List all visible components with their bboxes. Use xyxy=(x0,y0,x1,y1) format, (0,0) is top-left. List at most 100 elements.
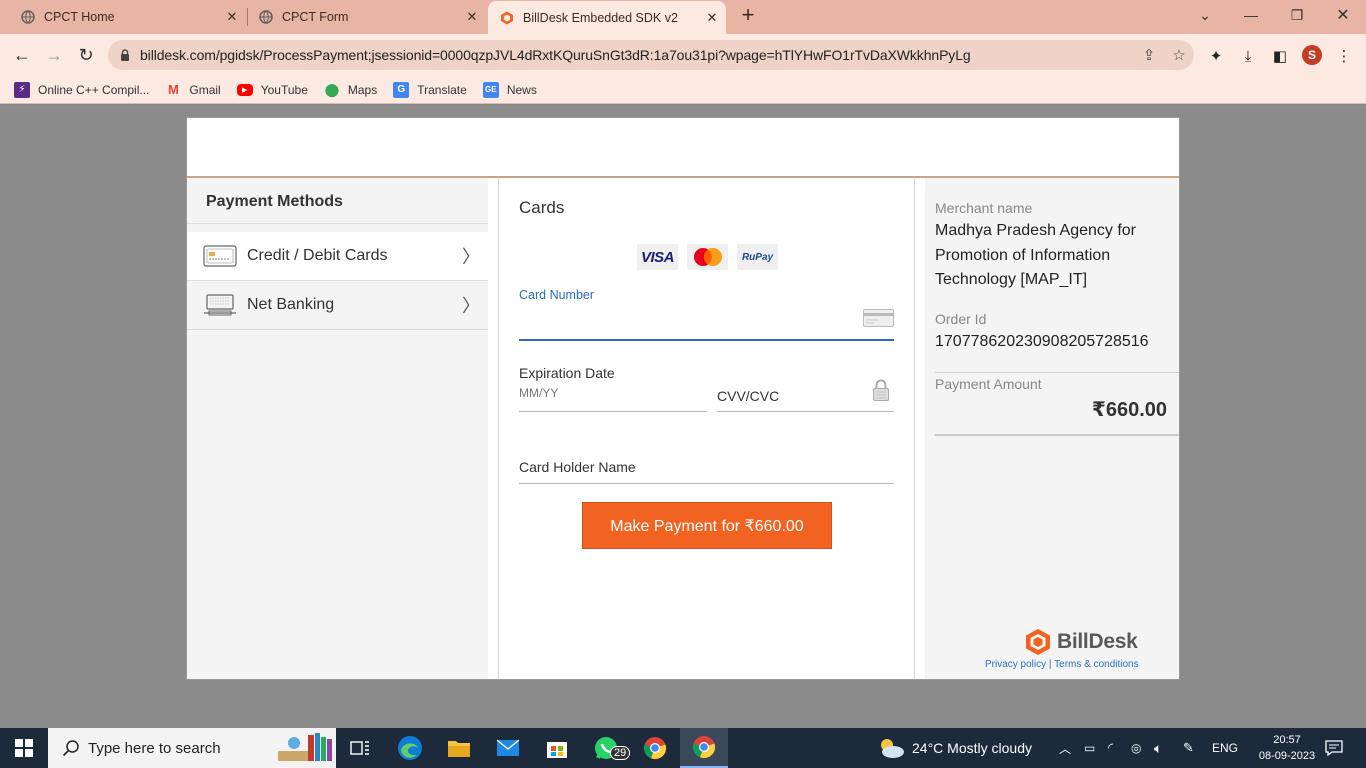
cvv-underline xyxy=(717,411,894,412)
rupay-logo-icon: RuPay xyxy=(737,244,778,270)
language-indicator[interactable]: ENG xyxy=(1212,728,1238,768)
minimize-button[interactable]: — xyxy=(1228,0,1274,30)
battery-icon[interactable]: ▭ xyxy=(1084,728,1095,768)
expiration-date-label: Expiration Date xyxy=(519,365,615,381)
chevron-up-icon[interactable]: ︿ xyxy=(1059,728,1071,768)
tab-strip: CPCT Home ✕ CPCT Form ✕ BillDesk Embedde… xyxy=(0,0,1366,34)
expiration-date-input[interactable]: MM/YY xyxy=(519,386,558,400)
card-number-label: Card Number xyxy=(519,288,595,302)
menu-kebab-icon[interactable]: ⋮ xyxy=(1333,45,1355,67)
cvv-input[interactable]: CVV/CVC xyxy=(717,388,779,404)
clock[interactable]: 20:57 08-09-2023 xyxy=(1255,732,1319,764)
method-net-banking[interactable]: Net Banking 〉 xyxy=(187,281,488,330)
taskbar-search[interactable]: Type here to search xyxy=(48,728,336,768)
payment-amount-value: ₹660.00 xyxy=(1091,399,1167,421)
notifications-icon[interactable] xyxy=(1325,728,1343,768)
bookmark-item[interactable]: ⬤ Maps xyxy=(324,81,378,98)
tab-cpct-home[interactable]: CPCT Home ✕ xyxy=(0,0,246,34)
tab-search-chevron-icon[interactable]: ⌄ xyxy=(1182,0,1228,30)
chevron-right-icon: 〉 xyxy=(462,247,480,267)
tab-cpct-form[interactable]: CPCT Form ✕ xyxy=(238,0,486,34)
weather-widget[interactable]: 24°C Mostly cloudy xyxy=(876,728,1032,768)
search-highlight-books-icon xyxy=(278,733,332,761)
tab-title: CPCT Form xyxy=(282,10,349,24)
tab-title: BillDesk Embedded SDK v2 xyxy=(523,10,678,25)
bookmark-label: Gmail xyxy=(189,82,221,97)
payment-amount-label: Payment Amount xyxy=(935,376,1042,392)
restore-button[interactable]: ❐ xyxy=(1274,0,1320,30)
page-viewport: Payment Methods Credit / Debit Cards 〉 N… xyxy=(0,105,1366,728)
make-payment-button[interactable]: Make Payment for ₹660.00 xyxy=(582,502,832,549)
side-panel-icon[interactable]: ◧ xyxy=(1269,45,1291,67)
card-brand-logos: VISA RuPay xyxy=(637,244,778,270)
new-tab-button[interactable]: + xyxy=(736,4,760,28)
mastercard-logo-icon xyxy=(687,244,728,270)
cloudy-weather-icon xyxy=(881,739,904,758)
maps-icon: ⬤ xyxy=(324,81,340,97)
billdesk-logo: BillDesk xyxy=(1025,628,1138,656)
bookmark-star-icon[interactable]: ☆ xyxy=(1164,46,1194,64)
back-button[interactable]: ← xyxy=(9,42,35,68)
bookmark-item[interactable]: GE News xyxy=(482,81,537,98)
close-icon[interactable]: ✕ xyxy=(464,9,480,25)
microsoft-store-icon[interactable] xyxy=(533,728,581,768)
edge-icon[interactable] xyxy=(386,728,434,768)
close-window-button[interactable]: ✕ xyxy=(1320,0,1366,30)
globe-icon xyxy=(259,10,273,24)
download-icon[interactable]: ⤓ xyxy=(1237,45,1259,67)
news-icon: GE xyxy=(482,81,499,98)
bookmark-label: Translate xyxy=(417,82,467,97)
chevron-right-icon: 〉 xyxy=(462,296,480,316)
card-number-input[interactable] xyxy=(519,339,894,341)
method-credit-debit-cards[interactable]: Credit / Debit Cards 〉 xyxy=(187,232,488,281)
bookmark-item[interactable]: ▶ YouTube xyxy=(236,83,308,97)
omnibox[interactable]: billdesk.com/pgidsk/ProcessPayment;jsess… xyxy=(108,40,1194,70)
order-id-label: Order Id xyxy=(935,311,987,327)
lock-icon[interactable] xyxy=(120,49,130,61)
forward-button[interactable]: → xyxy=(41,42,67,68)
frame-header xyxy=(187,118,1179,178)
bookmark-item[interactable]: G Translate xyxy=(393,81,467,98)
bookmark-item[interactable]: M Gmail xyxy=(165,82,221,98)
bookmark-item[interactable]: ⚡ Online C++ Compil... xyxy=(14,81,149,98)
expiration-date-underline xyxy=(519,411,707,412)
privacy-policy-link[interactable]: Privacy policy xyxy=(985,659,1046,670)
method-label: Credit / Debit Cards xyxy=(247,247,388,264)
divider xyxy=(935,434,1179,436)
payment-methods-title: Payment Methods xyxy=(206,193,343,210)
pen-icon[interactable]: ✎ xyxy=(1183,728,1194,768)
mail-icon[interactable] xyxy=(484,728,532,768)
close-icon[interactable]: ✕ xyxy=(704,10,720,26)
reload-button[interactable]: ↻ xyxy=(73,42,99,68)
card-payment-icon xyxy=(203,245,237,267)
net-banking-icon xyxy=(204,294,236,316)
payment-frame: Payment Methods Credit / Debit Cards 〉 N… xyxy=(186,117,1180,680)
lock-icon xyxy=(873,379,889,401)
whatsapp-icon[interactable]: 29 xyxy=(582,728,631,768)
start-button[interactable] xyxy=(0,728,48,768)
card-holder-name-input[interactable]: Card Holder Name xyxy=(519,459,636,475)
notification-badge: 29 xyxy=(610,746,631,760)
chrome-active-icon[interactable] xyxy=(680,728,728,768)
url-text[interactable]: billdesk.com/pgidsk/ProcessPayment;jsess… xyxy=(140,47,1134,63)
time-text: 20:57 xyxy=(1273,734,1301,746)
link-separator: | xyxy=(1048,659,1052,670)
tab-billdesk[interactable]: BillDesk Embedded SDK v2 ✕ xyxy=(488,1,726,34)
task-view-icon[interactable] xyxy=(336,728,384,768)
chrome-icon[interactable] xyxy=(631,728,679,768)
billdesk-favicon-icon xyxy=(501,11,513,24)
wifi-icon[interactable]: ◜ xyxy=(1108,728,1113,768)
weather-text: 24°C Mostly cloudy xyxy=(912,740,1032,756)
extensions-icon[interactable]: ✦ xyxy=(1205,45,1227,67)
footer-links: Privacy policy | Terms & conditions xyxy=(985,659,1139,670)
file-explorer-icon[interactable] xyxy=(435,728,483,768)
profile-avatar[interactable]: S xyxy=(1302,45,1322,65)
terms-conditions-link[interactable]: Terms & conditions xyxy=(1054,659,1138,670)
camera-icon[interactable]: ◎ xyxy=(1131,728,1141,768)
volume-icon[interactable]: 🔈︎ xyxy=(1154,728,1162,768)
column-divider xyxy=(914,178,915,679)
divider xyxy=(187,223,488,224)
windows-logo-icon xyxy=(15,739,33,757)
address-bar-row: ← → ↻ billdesk.com/pgidsk/ProcessPayment… xyxy=(0,34,1366,76)
share-icon[interactable]: ⇪ xyxy=(1134,46,1164,64)
